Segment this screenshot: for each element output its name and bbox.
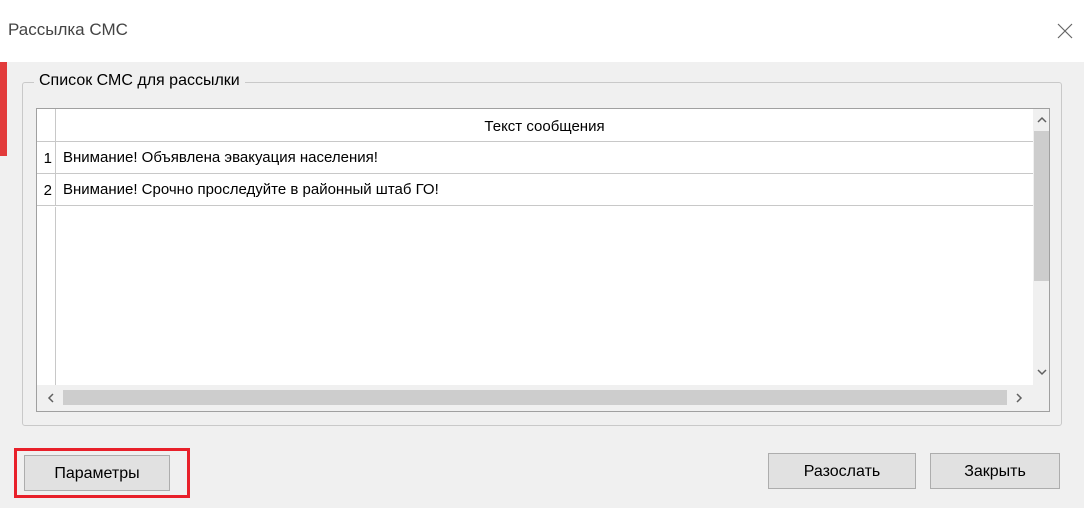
scroll-down-button[interactable] — [1033, 363, 1049, 380]
chevron-up-icon — [1036, 116, 1047, 123]
grid-corner-cell[interactable] — [37, 109, 56, 141]
title-bar[interactable]: Рассылка СМС — [0, 0, 1084, 62]
horizontal-scroll-thumb[interactable] — [63, 390, 1007, 405]
grid-header: Текст сообщения — [37, 109, 1033, 142]
scroll-left-button[interactable] — [39, 385, 63, 411]
close-icon — [1057, 23, 1073, 39]
close-window-button[interactable] — [1050, 16, 1080, 46]
table-row[interactable]: 1 Внимание! Объявлена эвакуация населени… — [37, 142, 1033, 174]
sms-dialog: Рассылка СМС Список СМС для рассылки Тек… — [0, 0, 1084, 508]
message-text-cell[interactable]: Внимание! Срочно проследуйте в районный … — [63, 174, 439, 206]
horizontal-scrollbar[interactable] — [37, 385, 1033, 411]
chevron-right-icon — [1016, 393, 1023, 403]
chevron-left-icon — [47, 393, 54, 403]
params-button[interactable]: Параметры — [24, 455, 170, 491]
sms-grid[interactable]: Текст сообщения 1 Внимание! Объявлена эв… — [36, 108, 1050, 412]
sms-list-group-label: Список СМС для рассылки — [34, 72, 245, 90]
window-title: Рассылка СМС — [8, 20, 128, 39]
close-button[interactable]: Закрыть — [930, 453, 1060, 489]
chevron-down-icon — [1036, 368, 1047, 375]
table-row[interactable]: 2 Внимание! Срочно проследуйте в районны… — [37, 174, 1033, 206]
message-text-cell[interactable]: Внимание! Объявлена эвакуация населения! — [63, 142, 378, 174]
scroll-corner — [1033, 385, 1049, 411]
background-window-edge-left — [0, 62, 7, 156]
column-header-message-text[interactable]: Текст сообщения — [56, 109, 1033, 141]
grid-empty-area — [37, 207, 1033, 385]
scroll-right-button[interactable] — [1007, 385, 1031, 411]
row-number: 2 — [37, 174, 56, 205]
grid-row-number-column — [37, 207, 56, 385]
scroll-up-button[interactable] — [1033, 111, 1049, 128]
vertical-scrollbar[interactable] — [1033, 109, 1049, 385]
vertical-scroll-thumb[interactable] — [1034, 131, 1049, 281]
row-number: 1 — [37, 142, 56, 173]
send-button[interactable]: Разослать — [768, 453, 916, 489]
